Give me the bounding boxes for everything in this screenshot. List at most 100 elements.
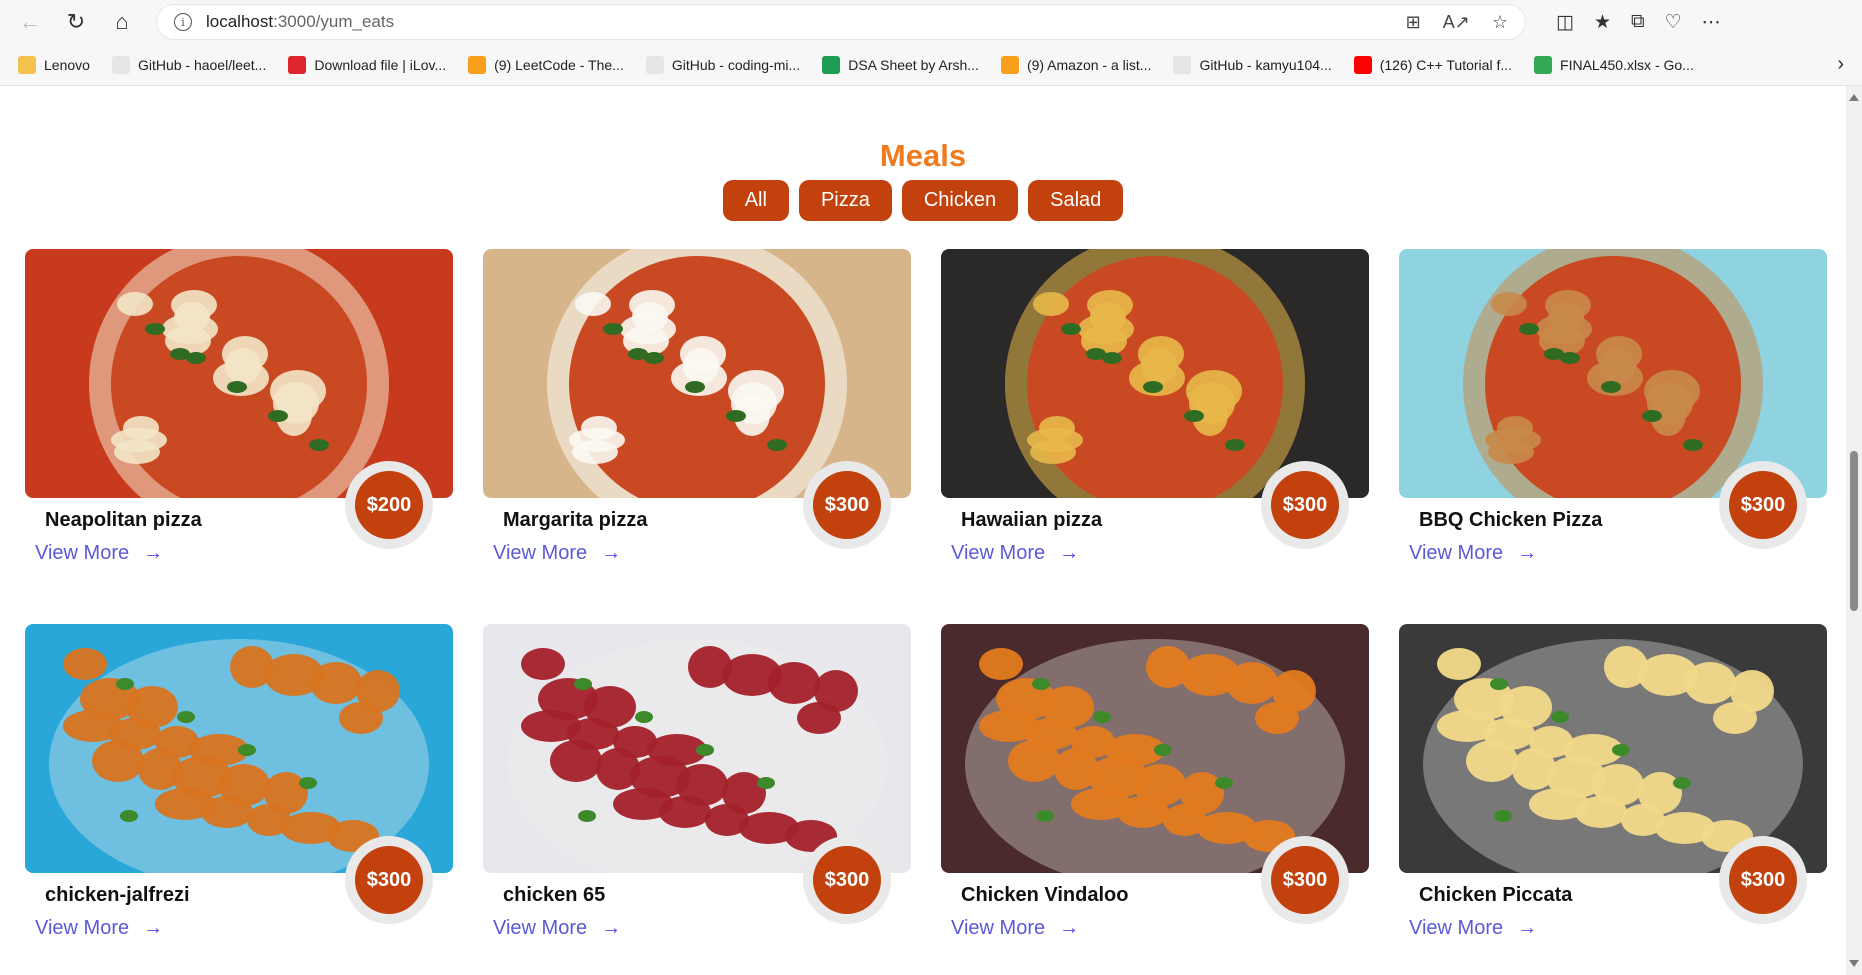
view-more-label: View More bbox=[951, 917, 1046, 939]
bookmark-label: DSA Sheet by Arsh... bbox=[848, 56, 979, 73]
view-more-link[interactable]: View More → bbox=[35, 917, 163, 940]
bookmark-label: GitHub - haoel/leet... bbox=[137, 56, 267, 73]
bookmark-favicon-icon bbox=[645, 55, 664, 74]
filter-button-all[interactable]: All bbox=[722, 180, 789, 221]
price-value: $300 bbox=[813, 471, 881, 539]
bookmark-label: (126) C++ Tutorial f... bbox=[1379, 56, 1513, 73]
view-more-label: View More bbox=[1409, 542, 1504, 564]
price-value: $300 bbox=[1729, 471, 1797, 539]
price-badge: $300 bbox=[803, 836, 891, 924]
home-icon[interactable]: ⌂ bbox=[104, 4, 140, 40]
meal-card: $300 Hawaiian pizza View More → bbox=[941, 249, 1369, 595]
arrow-right-icon: → bbox=[1517, 542, 1538, 564]
bookmark-label: (9) Amazon - a list... bbox=[1026, 56, 1152, 73]
meal-card: $300 chicken-jalfrezi View More → bbox=[25, 624, 453, 970]
bookmark-item[interactable]: GitHub - haoel/leet... bbox=[111, 55, 267, 74]
view-more-link[interactable]: View More → bbox=[951, 917, 1079, 940]
filter-button-salad[interactable]: Salad bbox=[1028, 180, 1124, 221]
meal-card: $300 Margarita pizza View More → bbox=[483, 249, 911, 595]
bookmark-label: Download file | iLov... bbox=[314, 56, 447, 73]
scroll-down-arrow-icon[interactable] bbox=[1849, 960, 1859, 967]
bookmark-favicon-icon bbox=[288, 55, 307, 74]
bookmark-favicon-icon bbox=[1000, 55, 1019, 74]
meal-name: Hawaiian pizza bbox=[961, 509, 1103, 531]
address-bar[interactable]: i localhost:3000/yum_eats ⊞ A↗ ☆ bbox=[156, 4, 1526, 40]
bookmark-favicon-icon bbox=[1173, 55, 1192, 74]
bookmark-item[interactable]: GitHub - kamyu104... bbox=[1173, 55, 1332, 74]
bookmark-favicon-icon bbox=[18, 55, 36, 74]
meal-grid: $200 Neapolitan pizza View More → $300 Margar… bbox=[25, 249, 1827, 970]
back-arrow-icon[interactable]: ← bbox=[12, 4, 48, 40]
meal-name: chicken-jalfrezi bbox=[45, 884, 190, 906]
view-more-label: View More bbox=[35, 542, 130, 564]
meal-name: Neapolitan pizza bbox=[45, 509, 202, 531]
arrow-right-icon: → bbox=[1059, 917, 1080, 939]
price-badge: $300 bbox=[1719, 836, 1807, 924]
scroll-up-arrow-icon[interactable] bbox=[1849, 94, 1859, 101]
info-icon[interactable]: i bbox=[174, 13, 192, 31]
more-menu-icon[interactable]: ⋯ bbox=[1702, 11, 1721, 34]
page-title: Meals bbox=[879, 138, 967, 173]
scrollbar[interactable] bbox=[1846, 86, 1862, 975]
view-more-label: View More bbox=[1409, 917, 1504, 939]
bookmark-favicon-icon bbox=[1534, 55, 1553, 74]
bookmark-label: (9) LeetCode - The... bbox=[494, 56, 624, 73]
filter-bar: All Pizza Chicken Salad bbox=[0, 180, 1846, 221]
price-badge: $300 bbox=[1261, 836, 1349, 924]
browser-toolbar: ← ↻ ⌂ i localhost:3000/yum_eats ⊞ A↗ ☆ ◫… bbox=[0, 0, 1862, 44]
favorite-star-icon[interactable]: ☆ bbox=[1492, 12, 1508, 33]
view-more-label: View More bbox=[493, 917, 588, 939]
meal-name: BBQ Chicken Pizza bbox=[1419, 509, 1603, 531]
view-more-link[interactable]: View More → bbox=[1409, 917, 1537, 940]
filter-button-chicken[interactable]: Chicken bbox=[901, 180, 1019, 221]
price-badge: $300 bbox=[345, 836, 433, 924]
read-aloud-icon[interactable]: A↗ bbox=[1443, 12, 1470, 33]
arrow-right-icon: → bbox=[1517, 917, 1538, 939]
reload-icon[interactable]: ↻ bbox=[58, 4, 94, 40]
view-more-label: View More bbox=[493, 542, 588, 564]
url-path: :3000/yum_eats bbox=[273, 12, 395, 31]
favorites-icon[interactable]: ★ bbox=[1594, 11, 1611, 34]
bookmark-favicon-icon bbox=[468, 55, 487, 74]
view-more-label: View More bbox=[35, 917, 130, 939]
arrow-right-icon: → bbox=[1059, 542, 1080, 564]
bookmark-item[interactable]: (126) C++ Tutorial f... bbox=[1353, 55, 1513, 74]
price-badge: $200 bbox=[345, 461, 433, 549]
bookmark-label: GitHub - coding-mi... bbox=[671, 56, 801, 73]
price-badge: $300 bbox=[1719, 461, 1807, 549]
view-more-link[interactable]: View More → bbox=[35, 542, 163, 565]
collections-icon[interactable]: ⧉ bbox=[1631, 11, 1645, 33]
view-more-link[interactable]: View More → bbox=[493, 917, 621, 940]
price-value: $300 bbox=[813, 846, 881, 914]
scrollbar-thumb[interactable] bbox=[1850, 451, 1858, 611]
bookmarks-overflow-chevron-icon[interactable]: › bbox=[1837, 53, 1844, 76]
view-more-link[interactable]: View More → bbox=[1409, 542, 1537, 565]
bookmark-item[interactable]: GitHub - coding-mi... bbox=[645, 55, 801, 74]
meal-card: $300 Chicken Piccata View More → bbox=[1399, 624, 1827, 970]
arrow-right-icon: → bbox=[143, 542, 164, 564]
view-more-link[interactable]: View More → bbox=[951, 542, 1079, 565]
view-more-link[interactable]: View More → bbox=[493, 542, 621, 565]
bookmark-label: Lenovo bbox=[44, 56, 90, 73]
bookmark-favicon-icon bbox=[1353, 55, 1372, 74]
bookmark-item[interactable]: DSA Sheet by Arsh... bbox=[822, 55, 979, 74]
apps-icon[interactable]: ⊞ bbox=[1406, 12, 1421, 33]
meal-name: Margarita pizza bbox=[503, 509, 648, 531]
bookmark-item[interactable]: (9) LeetCode - The... bbox=[468, 55, 624, 74]
bookmark-item[interactable]: Download file | iLov... bbox=[288, 55, 447, 74]
bookmark-label: FINAL450.xlsx - Go... bbox=[1560, 56, 1694, 73]
split-screen-icon[interactable]: ◫ bbox=[1556, 11, 1574, 34]
bookmark-item[interactable]: (9) Amazon - a list... bbox=[1000, 55, 1152, 74]
bookmark-item[interactable]: FINAL450.xlsx - Go... bbox=[1534, 55, 1694, 74]
filter-button-pizza[interactable]: Pizza bbox=[798, 180, 892, 221]
price-value: $300 bbox=[1271, 846, 1339, 914]
view-more-label: View More bbox=[951, 542, 1046, 564]
meal-card: $300 Chicken Vindaloo View More → bbox=[941, 624, 1369, 970]
health-icon[interactable]: ♡ bbox=[1665, 11, 1682, 34]
meal-card: $300 chicken 65 View More → bbox=[483, 624, 911, 970]
meal-card: $300 BBQ Chicken Pizza View More → bbox=[1399, 249, 1827, 595]
bookmark-favicon-icon bbox=[111, 55, 130, 74]
bookmark-item[interactable]: Lenovo bbox=[18, 55, 90, 74]
arrow-right-icon: → bbox=[143, 917, 164, 939]
price-value: $300 bbox=[355, 846, 423, 914]
